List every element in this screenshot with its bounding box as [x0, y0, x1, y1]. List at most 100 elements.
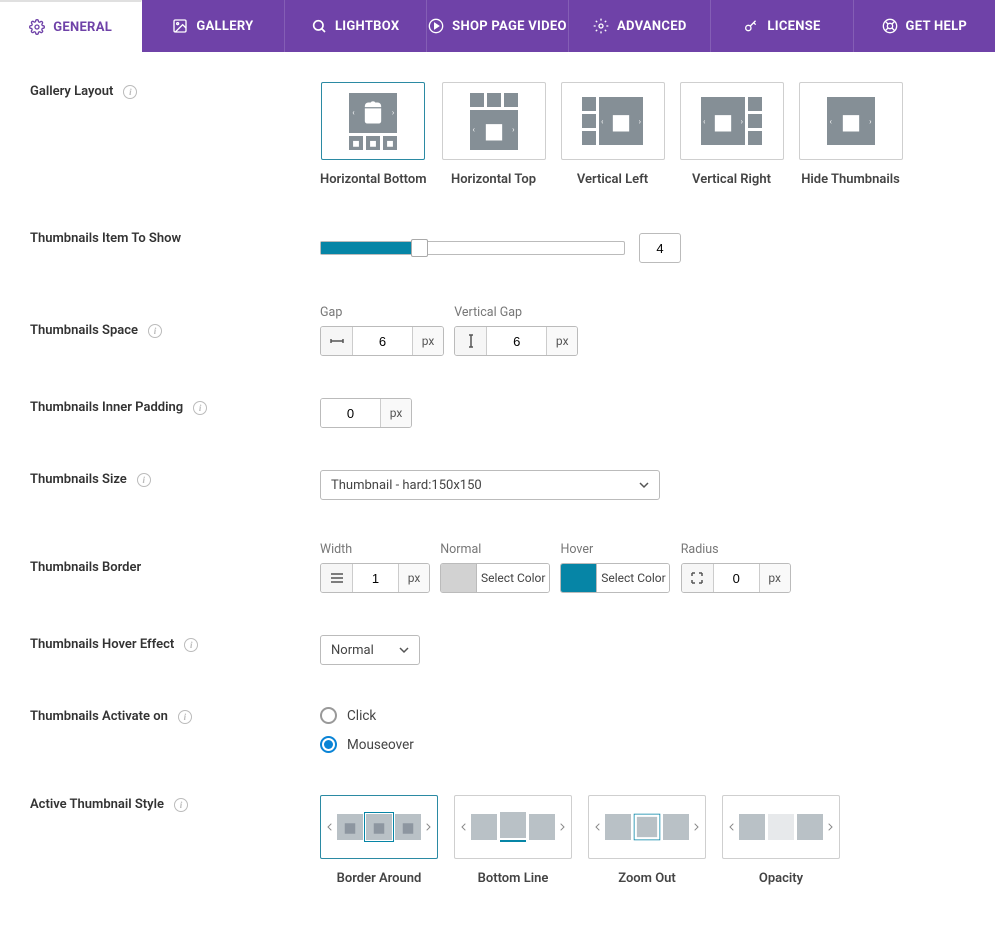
info-icon[interactable]: i [137, 473, 151, 487]
key-icon [743, 18, 759, 34]
chevron-down-icon [399, 645, 409, 655]
tab-lightbox[interactable]: LIGHTBOX [285, 0, 427, 52]
info-icon[interactable]: i [174, 798, 188, 812]
border-icon [321, 564, 353, 592]
tab-label: GALLERY [196, 19, 253, 34]
tab-gallery[interactable]: GALLERY [142, 0, 284, 52]
gap-input[interactable] [353, 327, 412, 355]
border-radius-label: Radius [681, 542, 791, 557]
style-border-around[interactable] [320, 795, 438, 859]
thumbs-size-select[interactable]: Thumbnail - hard:150x150 [320, 470, 660, 500]
tab-license[interactable]: LICENSE [711, 0, 853, 52]
radio-mouseover[interactable]: Mouseover [320, 736, 965, 753]
layout-horizontal-top[interactable]: ‹› [442, 82, 546, 160]
radio-click[interactable]: Click [320, 707, 965, 724]
info-icon[interactable]: i [193, 401, 207, 415]
layout-option-label: Hide Thumbnails [801, 172, 900, 187]
thumbs-to-show-input[interactable] [639, 233, 681, 263]
radio-label: Click [347, 708, 376, 724]
layout-option-label: Horizontal Bottom [320, 172, 427, 187]
info-icon[interactable]: i [148, 324, 162, 338]
select-color-label: Select Color [477, 564, 549, 592]
vgap-unit: px [547, 327, 577, 355]
row-hover-effect: Thumbnails Hover Effect i Normal [30, 635, 965, 665]
border-normal-label: Normal [440, 542, 550, 557]
tab-get-help[interactable]: GET HELP [854, 0, 995, 52]
layout-option-label: Vertical Left [577, 172, 648, 187]
border-radius-group: px [681, 563, 791, 593]
border-radius-input[interactable] [714, 564, 759, 592]
label-activate-on: Thumbnails Activate on [30, 709, 168, 724]
radius-icon [682, 564, 714, 592]
label-inner-padding: Thumbnails Inner Padding [30, 400, 183, 415]
style-option-label: Border Around [337, 871, 422, 886]
tab-general[interactable]: GENERAL [0, 0, 142, 52]
border-width-label: Width [320, 542, 430, 557]
row-thumbs-to-show: Thumbnails Item To Show [30, 229, 965, 263]
gear-icon [29, 19, 45, 35]
vgap-input[interactable] [487, 327, 546, 355]
border-hover-color[interactable]: Select Color [560, 563, 670, 593]
label-thumbs-to-show: Thumbnails Item To Show [30, 231, 181, 246]
label-active-style: Active Thumbnail Style [30, 797, 164, 812]
inner-padding-unit: px [381, 399, 411, 427]
inner-padding-group: px [320, 398, 412, 428]
radio-icon [320, 707, 337, 724]
border-hover-label: Hover [560, 542, 670, 557]
label-thumbs-space: Thumbnails Space [30, 323, 138, 338]
chevron-left-icon [326, 823, 334, 831]
chevron-right-icon [424, 823, 432, 831]
gear-icon [593, 18, 609, 34]
help-icon [882, 18, 898, 34]
style-zoom-out[interactable] [588, 795, 706, 859]
layout-horizontal-bottom[interactable]: ‹› [321, 82, 425, 160]
vertical-gap-icon [455, 327, 487, 355]
hover-effect-value: Normal [331, 643, 374, 658]
tab-shop-page-video[interactable]: SHOP PAGE VIDEO [427, 0, 569, 52]
label-gallery-layout: Gallery Layout [30, 84, 113, 99]
style-bottom-line[interactable] [454, 795, 572, 859]
row-thumbs-size: Thumbnails Size i Thumbnail - hard:150x1… [30, 470, 965, 500]
slider-thumb[interactable] [411, 239, 428, 257]
border-width-unit: px [399, 564, 429, 592]
vgap-label: Vertical Gap [454, 305, 578, 320]
color-swatch-icon [561, 564, 597, 592]
thumbs-to-show-slider[interactable] [320, 241, 625, 255]
tab-label: GET HELP [906, 19, 968, 34]
search-icon [311, 18, 327, 34]
border-normal-color[interactable]: Select Color [440, 563, 550, 593]
play-icon [428, 18, 444, 34]
inner-padding-input[interactable] [321, 399, 380, 427]
thumbs-size-value: Thumbnail - hard:150x150 [331, 478, 482, 493]
info-icon[interactable]: i [178, 710, 192, 724]
layout-vertical-left[interactable]: ‹› [561, 82, 665, 160]
label-thumbs-size: Thumbnails Size [30, 472, 127, 487]
tab-label: LICENSE [767, 19, 820, 34]
row-active-style: Active Thumbnail Style i Border Around [30, 795, 965, 886]
border-radius-unit: px [760, 564, 790, 592]
tab-label: GENERAL [53, 20, 112, 35]
style-option-label: Opacity [759, 871, 803, 886]
style-opacity[interactable] [722, 795, 840, 859]
layout-hide-thumbnails[interactable]: ‹› [799, 82, 903, 160]
color-swatch-icon [441, 564, 477, 592]
tab-label: LIGHTBOX [335, 19, 400, 34]
style-option-label: Zoom Out [618, 871, 676, 886]
image-icon [172, 18, 188, 34]
gap-input-group: px [320, 326, 444, 356]
row-gallery-layout: Gallery Layout i ‹› Horizontal Bottom [30, 82, 965, 187]
label-thumbs-border: Thumbnails Border [30, 560, 141, 575]
label-hover-effect: Thumbnails Hover Effect [30, 637, 174, 652]
info-icon[interactable]: i [123, 85, 137, 99]
vgap-input-group: px [454, 326, 578, 356]
layout-option-label: Vertical Right [692, 172, 771, 187]
row-inner-padding: Thumbnails Inner Padding i px [30, 398, 965, 428]
gap-label: Gap [320, 305, 444, 320]
info-icon[interactable]: i [184, 638, 198, 652]
row-thumbs-border: Thumbnails Border Width px Normal Select… [30, 542, 965, 593]
layout-vertical-right[interactable]: ‹› [680, 82, 784, 160]
gap-unit: px [413, 327, 443, 355]
hover-effect-select[interactable]: Normal [320, 635, 420, 665]
border-width-input[interactable] [353, 564, 398, 592]
tab-advanced[interactable]: ADVANCED [569, 0, 711, 52]
